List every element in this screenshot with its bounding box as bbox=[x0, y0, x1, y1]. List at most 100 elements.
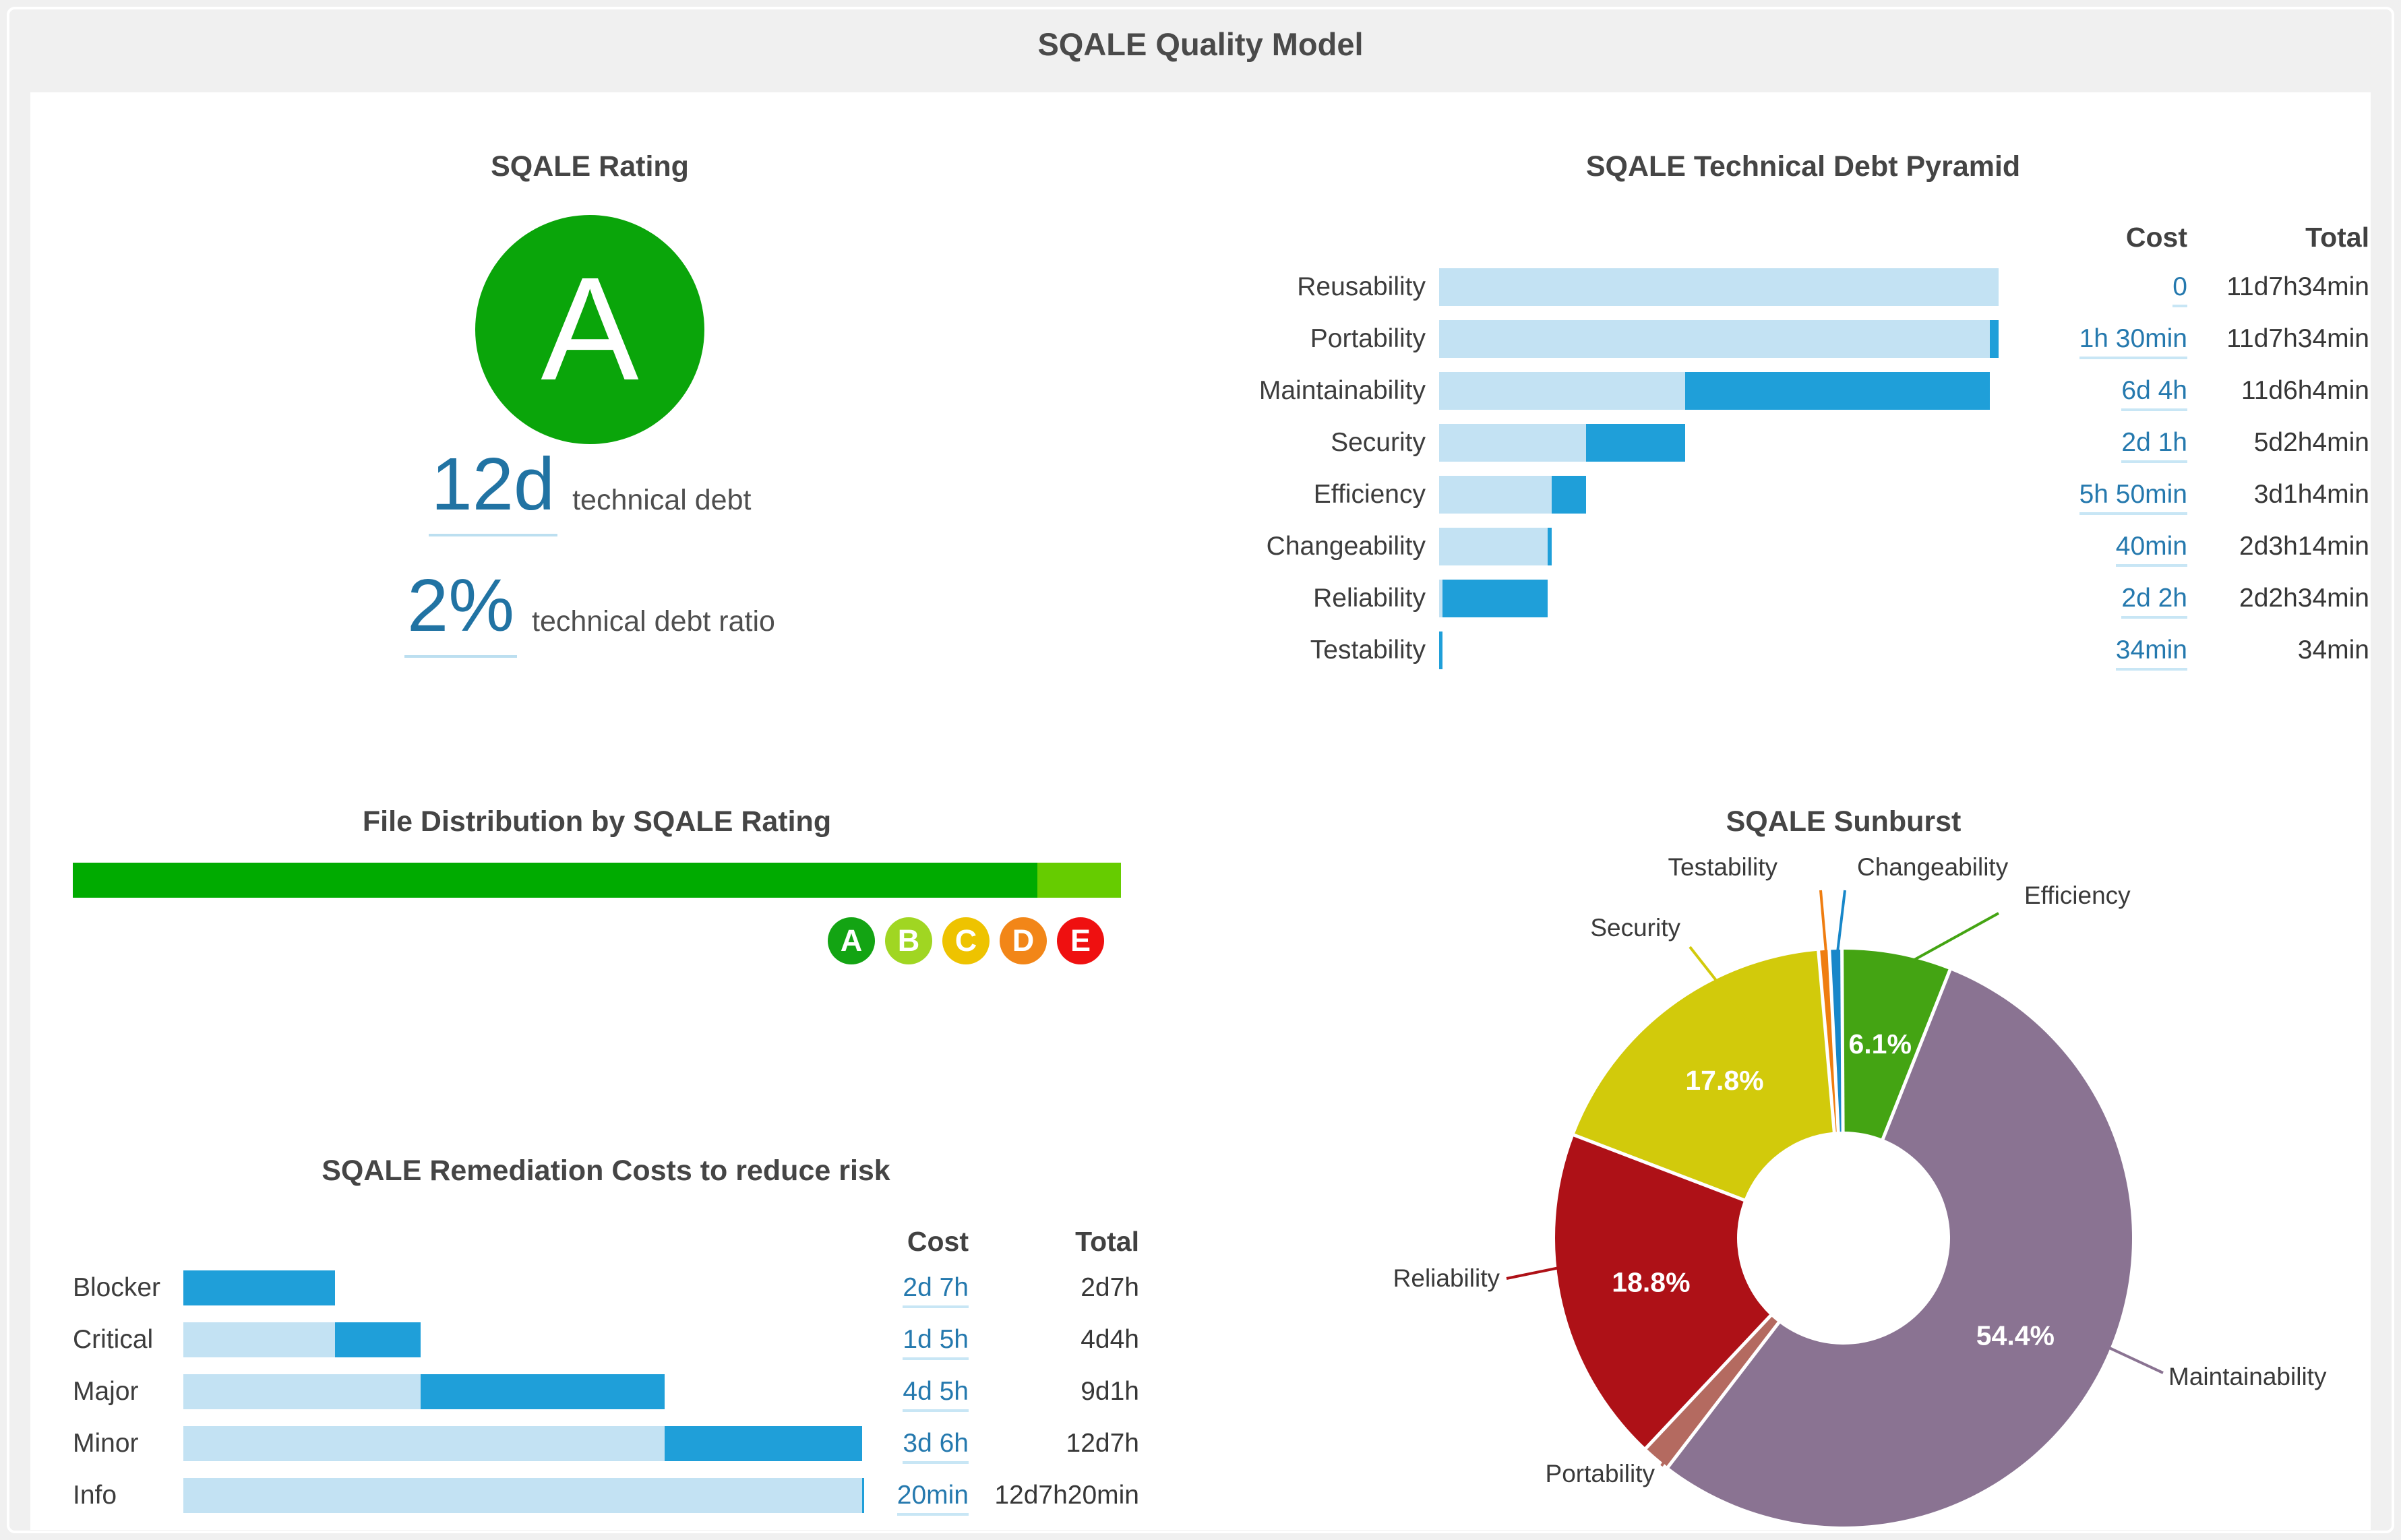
sunburst-percent-efficiency: 6.1% bbox=[1848, 1028, 1911, 1059]
remediation-section-title: SQALE Remediation Costs to reduce risk bbox=[73, 1154, 1139, 1188]
leader-line-maintainability bbox=[2105, 1346, 2163, 1373]
remediation-cost-cell: 2d 7h bbox=[864, 1273, 969, 1303]
pyramid-cost-link[interactable]: 2d 1h bbox=[2121, 428, 2187, 463]
pyramid-cost-header: Cost bbox=[2012, 222, 2187, 253]
bar-cumulative-segment bbox=[1439, 476, 1552, 514]
pyramid-row: Changeability40min2d3h14min bbox=[1237, 520, 2369, 572]
pyramid-total-value: 2d2h34min bbox=[2201, 584, 2369, 613]
pyramid-cost-cell: 2d 1h bbox=[2012, 428, 2187, 458]
bar-cumulative-segment bbox=[183, 1478, 862, 1513]
pyramid-total-value: 34min bbox=[2201, 636, 2369, 665]
pyramid-cost-link[interactable]: 0 bbox=[2172, 272, 2187, 307]
remediation-row: Info20min12d7h20min bbox=[73, 1469, 1139, 1521]
bar-cost-segment bbox=[1685, 372, 1990, 410]
rating-section-title: SQALE Rating bbox=[30, 150, 1149, 183]
remediation-total-value: 9d1h bbox=[969, 1377, 1139, 1407]
remediation-row: Major4d 5h9d1h bbox=[73, 1365, 1139, 1417]
pyramid-total-header: Total bbox=[2201, 222, 2369, 253]
pyramid-row-label: Reliability bbox=[1237, 584, 1426, 613]
rating-badge-c: C bbox=[942, 917, 990, 964]
technical-debt-value-link[interactable]: 12d bbox=[429, 441, 558, 536]
debt-bar-track bbox=[1439, 372, 1999, 410]
debt-bar-track bbox=[183, 1374, 864, 1409]
bar-cost-segment bbox=[1586, 424, 1686, 462]
remediation-cost-cell: 4d 5h bbox=[864, 1377, 969, 1407]
pyramid-row: Portability 1h 30min 11d7h34min bbox=[1237, 313, 2369, 365]
pyramid-row-label: Portability bbox=[1237, 324, 1426, 354]
technical-debt-ratio-link[interactable]: 2% bbox=[404, 563, 517, 658]
rating-badge-e: E bbox=[1057, 917, 1104, 964]
bar-cost-segment bbox=[1548, 528, 1552, 565]
sunburst-percent-maintainability: 54.4% bbox=[1976, 1320, 2055, 1351]
file-distribution-segment-a bbox=[73, 863, 1037, 898]
pyramid-cost-cell: 40min bbox=[2012, 532, 2187, 561]
remediation-total-value: 4d4h bbox=[969, 1325, 1139, 1355]
rating-circle[interactable]: A bbox=[475, 215, 704, 444]
pyramid-cost-link[interactable]: 34min bbox=[2116, 636, 2187, 671]
pyramid-total-value: 11d7h34min bbox=[2201, 324, 2369, 354]
remediation-cost-link[interactable]: 1d 5h bbox=[903, 1325, 969, 1360]
debt-bar-track bbox=[1439, 476, 1999, 514]
remediation-cost-cell: 3d 6h bbox=[864, 1429, 969, 1458]
sunburst-label-changeability: Changeability bbox=[1857, 853, 2009, 881]
debt-bar-track bbox=[183, 1270, 864, 1305]
pyramid-cost-link[interactable]: 5h 50min bbox=[2079, 480, 2187, 515]
remediation-cost-link[interactable]: 20min bbox=[897, 1481, 969, 1516]
pyramid-cost-cell: 5h 50min bbox=[2012, 480, 2187, 510]
file-distribution-title: File Distribution by SQALE Rating bbox=[73, 805, 1121, 838]
pyramid-cost-cell: 1h 30min bbox=[2012, 324, 2187, 354]
sunburst-label-reliability: Reliability bbox=[1393, 1264, 1500, 1292]
debt-bar-track bbox=[1439, 580, 1999, 617]
remediation-row-label: Blocker bbox=[73, 1273, 183, 1303]
remediation-row: Blocker 2d 7h2d7h bbox=[73, 1262, 1139, 1314]
pyramid-row-label: Reusability bbox=[1237, 272, 1426, 302]
file-distribution-segment-b bbox=[1037, 863, 1121, 898]
pyramid-row: Reliability 2d 2h 2d2h34min bbox=[1237, 572, 2369, 624]
bar-cumulative-segment bbox=[183, 1322, 335, 1357]
page-title: SQALE Quality Model bbox=[0, 26, 2401, 63]
remediation-cost-link[interactable]: 4d 5h bbox=[903, 1377, 969, 1412]
bar-cumulative-segment bbox=[1439, 528, 1548, 565]
bar-cumulative-segment bbox=[1439, 268, 1999, 306]
debt-bar-track bbox=[183, 1322, 864, 1357]
debt-bar-track bbox=[1439, 320, 1999, 358]
remediation-cost-cell: 20min bbox=[864, 1481, 969, 1510]
pyramid-cost-link[interactable]: 40min bbox=[2116, 532, 2187, 567]
sunburst-label-security: Security bbox=[1590, 914, 1680, 942]
pyramid-total-value: 3d1h4min bbox=[2201, 480, 2369, 510]
remediation-cost-link[interactable]: 2d 7h bbox=[903, 1273, 969, 1308]
bar-cost-segment bbox=[183, 1270, 335, 1305]
bar-cumulative-segment bbox=[1439, 320, 1990, 358]
pyramid-cost-link[interactable]: 2d 2h bbox=[2121, 584, 2187, 619]
pyramid-row: Maintainability6d 4h11d6h4min bbox=[1237, 365, 2369, 417]
rating-badge-a: A bbox=[828, 917, 875, 964]
technical-debt-label: technical debt bbox=[572, 484, 751, 517]
pyramid-row: Efficiency5h 50min3d1h4min bbox=[1237, 468, 2369, 520]
pyramid-cost-cell: 6d 4h bbox=[2012, 376, 2187, 406]
remediation-cost-link[interactable]: 3d 6h bbox=[903, 1429, 969, 1464]
bar-cost-segment bbox=[335, 1322, 421, 1357]
pyramid-row: Security2d 1h5d2h4min bbox=[1237, 417, 2369, 468]
pyramid-section-title: SQALE Technical Debt Pyramid bbox=[1237, 150, 2369, 183]
pyramid-cost-link[interactable]: 1h 30min bbox=[2079, 324, 2187, 359]
rating-badge-letter: D bbox=[1012, 923, 1035, 958]
bar-cumulative-segment bbox=[183, 1374, 421, 1409]
debt-bar-track bbox=[1439, 632, 1999, 669]
remediation-row-label: Minor bbox=[73, 1429, 183, 1458]
debt-bar-track bbox=[183, 1426, 864, 1461]
debt-bar-track bbox=[183, 1478, 864, 1513]
rating-badges: ABCDE bbox=[828, 917, 1104, 964]
remediation-total-value: 2d7h bbox=[969, 1273, 1139, 1303]
pyramid-total-value: 5d2h4min bbox=[2201, 428, 2369, 458]
bar-cumulative-segment bbox=[1439, 372, 1685, 410]
sunburst-percent-security: 17.8% bbox=[1685, 1065, 1763, 1096]
sunburst-label-testability: Testability bbox=[1668, 853, 1778, 881]
sunburst-percent-reliability: 18.8% bbox=[1612, 1267, 1690, 1298]
remediation-row-label: Info bbox=[73, 1481, 183, 1510]
leader-line-efficiency bbox=[1908, 913, 1999, 963]
remediation-total-value: 12d7h bbox=[969, 1429, 1139, 1458]
leader-line-testability bbox=[1821, 890, 1826, 952]
technical-debt-ratio-label: technical debt ratio bbox=[532, 605, 775, 638]
pyramid-rows: Reusability 0 11d7h34min Portability 1h 30mi… bbox=[1237, 261, 2369, 676]
pyramid-cost-link[interactable]: 6d 4h bbox=[2121, 376, 2187, 411]
